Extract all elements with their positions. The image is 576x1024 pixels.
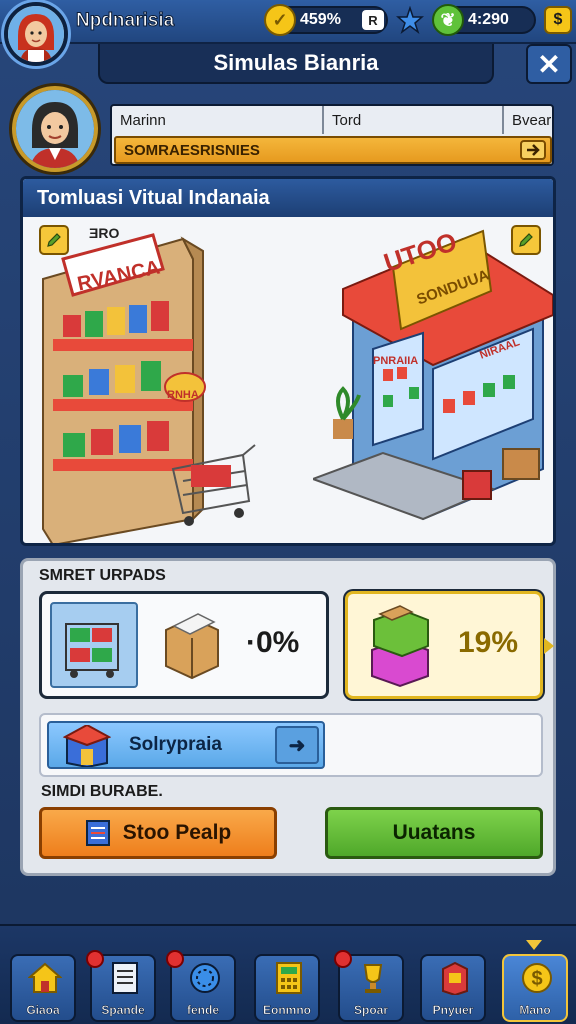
player-name: Npdnarisia [75, 10, 175, 32]
shelf-badge-text: RNHA [167, 389, 199, 401]
globe-icon [187, 960, 223, 996]
notification-badge [166, 950, 184, 968]
stacked-boxes-icon [371, 605, 429, 688]
shelf-tag-text: ƎRO [89, 225, 120, 241]
upgrades-panel: SMRET URPADS ·0% 19% Solrypraia ➜ SIMDI … [20, 558, 556, 876]
market-label: Solrypraia [129, 734, 222, 755]
nav-reports-label: Spande [101, 1003, 145, 1018]
nav-money-label: Mano [519, 1003, 551, 1018]
store-window-text: PNRAIIA [373, 355, 419, 367]
home-icon [27, 960, 63, 996]
nav-money[interactable]: $ Mano [502, 954, 568, 1022]
market-row: Solrypraia ➜ [39, 713, 543, 777]
profile-col-bvear: Bvear [512, 111, 552, 129]
nav-trophies[interactable]: Spoar [334, 950, 404, 1022]
stat-toggle-button[interactable]: R [362, 10, 384, 30]
status-arrow-button[interactable] [520, 140, 546, 160]
vending-icon [437, 960, 473, 996]
business-status-bar[interactable]: SOMRAESRISNIES [114, 136, 552, 164]
manager-avatar[interactable] [12, 86, 98, 172]
nav-economy[interactable]: Eonmno [254, 954, 320, 1022]
top-bar: Npdnarisia ✓ 459% R ❦ 4:290 $ [0, 0, 576, 44]
card-pointer-icon [544, 638, 554, 654]
market-arrow-button[interactable]: ➜ [275, 726, 319, 764]
store-help-label: Stoo Pealp [122, 821, 232, 844]
upgrade-value-shelves: ·0% [246, 626, 300, 659]
nav-reports[interactable]: Spande [86, 950, 156, 1022]
upgrades-section-title: SMRET URPADS [39, 567, 166, 584]
profile-col-name: Marinn [112, 106, 324, 134]
nav-economy-label: Eonmno [263, 1003, 312, 1018]
gems-counter[interactable]: ✓ 459% R [264, 4, 388, 36]
update-label: Uuatans [392, 821, 476, 844]
leaf-coin-icon: ❦ [432, 4, 464, 36]
shop-menu-button[interactable]: $ [544, 6, 572, 34]
active-nav-pointer-icon [526, 940, 542, 950]
svg-text:$: $ [531, 968, 542, 990]
coins-counter[interactable]: ❦ 4:290 [432, 4, 536, 36]
manager-portrait-icon [16, 90, 94, 168]
clipboard-icon [85, 820, 110, 846]
update-button[interactable]: Uuatans [325, 807, 543, 859]
shelf-cart-icon [65, 623, 119, 678]
bottom-nav: Giaoa Spande fende Eonmno Spoar Pnyuer $… [0, 924, 576, 1024]
trophy-icon [355, 960, 391, 996]
business-status-text: SOMRAESRISNIES [124, 141, 260, 159]
gems-value: 459% [300, 11, 341, 28]
shield-coin-icon: ✓ [264, 4, 296, 36]
upgrade-card-shelves[interactable]: ·0% [39, 591, 329, 699]
upgrade-value-inventory: 19% [458, 626, 519, 659]
profile-col-tord: Tord [324, 106, 504, 134]
shop-stall-icon [63, 725, 111, 767]
page-title: Simulas Bianria [98, 44, 494, 84]
player-avatar[interactable] [4, 2, 68, 66]
nav-home[interactable]: Giaoa [10, 954, 76, 1022]
nav-shop-label: Pnyuer [432, 1003, 474, 1018]
nav-shop[interactable]: Pnyuer [420, 954, 486, 1022]
buyables-section-title: SIMDI BURABE. [41, 783, 163, 800]
profile-info-table: Marinn Tord Bvear SOMRAESRISNIES [110, 104, 554, 166]
store-scene-panel: Tomluasi Vitual Indanaia RVANCA ƎRO RNHA… [20, 176, 556, 546]
arrow-right-icon [527, 144, 540, 156]
calculator-icon [271, 960, 307, 996]
market-button[interactable]: Solrypraia ➜ [47, 721, 325, 769]
notification-badge [86, 950, 104, 968]
nav-world[interactable]: fende [166, 950, 236, 1022]
close-button[interactable]: ✕ [526, 44, 572, 84]
dollar-icon: $ [519, 960, 555, 996]
store-help-button[interactable]: Stoo Pealp [39, 807, 277, 859]
scene-title: Tomluasi Vitual Indanaia [23, 179, 553, 217]
nav-world-label: fende [186, 1003, 220, 1018]
star-icon [395, 5, 425, 35]
avatar-portrait-icon [8, 6, 64, 62]
document-icon [107, 960, 143, 996]
box-icon [165, 613, 219, 680]
notification-badge [334, 950, 352, 968]
upgrade-card-inventory[interactable]: 19% [345, 591, 554, 699]
coins-value: 4:290 [468, 11, 509, 28]
storefront-illustration[interactable] [313, 219, 556, 545]
upgrade-shelf-thumb [50, 602, 138, 688]
nav-trophies-label: Spoar [353, 1003, 389, 1018]
nav-home-label: Giaoa [26, 1003, 60, 1018]
